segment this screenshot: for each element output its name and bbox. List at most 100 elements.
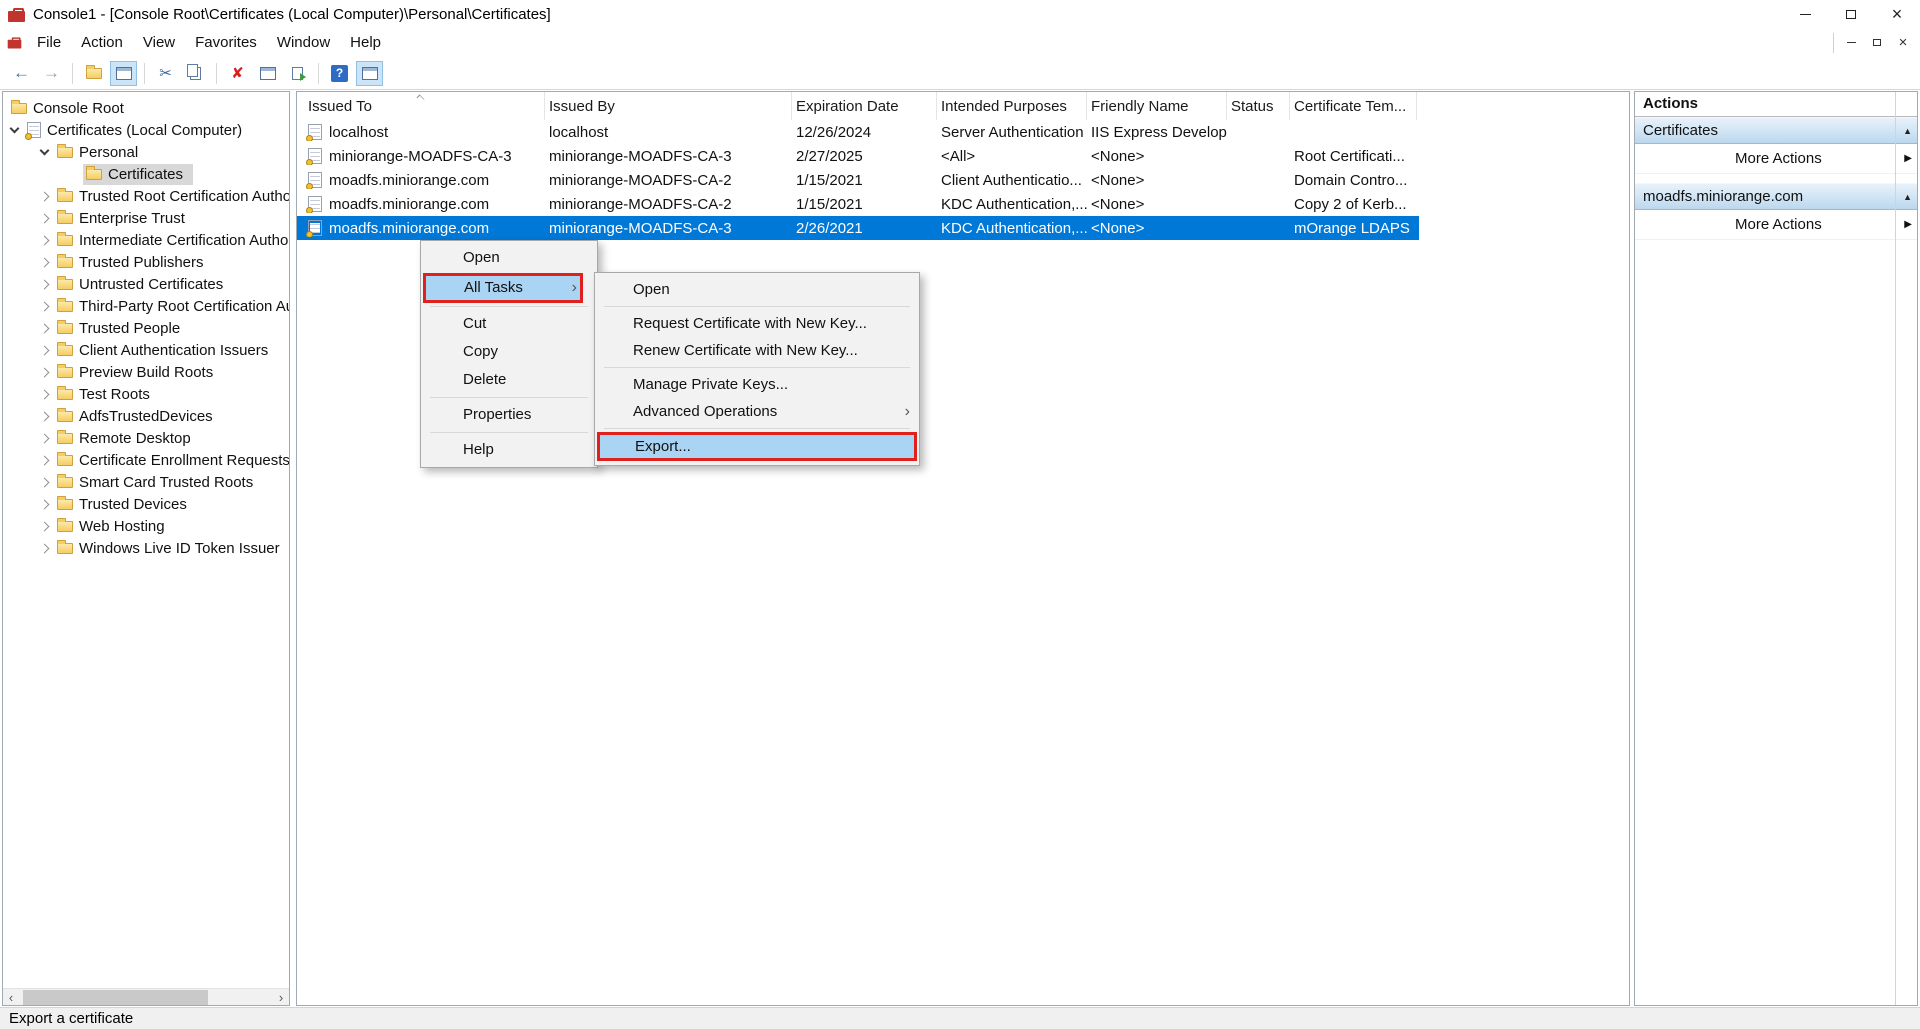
chevron-right-icon[interactable]: [40, 455, 50, 465]
column-header-status[interactable]: Status: [1227, 92, 1290, 120]
column-header-certificate-template[interactable]: Certificate Tem...: [1290, 92, 1417, 120]
tree-item-windows-live-id-token-issuer[interactable]: Windows Live ID Token Issuer: [3, 537, 289, 559]
menu-window[interactable]: Window: [267, 30, 340, 55]
scroll-left-button[interactable]: ‹: [3, 989, 19, 1005]
chevron-right-icon[interactable]: [40, 191, 50, 201]
help-button[interactable]: ?: [326, 61, 353, 86]
column-header-issued-to[interactable]: Issued To: [297, 92, 545, 120]
tree-item-trusted-devices[interactable]: Trusted Devices: [3, 493, 289, 515]
chevron-right-icon[interactable]: [40, 433, 50, 443]
navigate-back-button[interactable]: ←: [8, 61, 35, 86]
actions-panel: Actions Certificates▲ More Actions▶ moad…: [1634, 91, 1918, 1006]
context-menu-item-delete[interactable]: Delete: [421, 366, 597, 394]
more-actions-certificates[interactable]: More Actions▶: [1635, 144, 1917, 174]
column-header-issued-by[interactable]: Issued By: [545, 92, 792, 120]
menu-separator: [430, 306, 588, 307]
maximize-button[interactable]: [1828, 0, 1874, 28]
navigate-forward-button[interactable]: →: [38, 61, 65, 86]
chevron-right-icon[interactable]: [40, 477, 50, 487]
copy-button[interactable]: [182, 61, 209, 86]
tree-item-certificate-enrollment-requests[interactable]: Certificate Enrollment Requests: [3, 449, 289, 471]
mdi-minimize-button[interactable]: [1838, 33, 1864, 53]
chevron-down-icon[interactable]: [40, 146, 50, 156]
up-one-level-button[interactable]: [80, 61, 107, 86]
tree-item-certificates[interactable]: Certificates: [3, 163, 289, 185]
mdi-close-button[interactable]: ×: [1890, 33, 1916, 53]
tree-item-trusted-root-certification-authorities[interactable]: Trusted Root Certification Autho: [3, 185, 289, 207]
chevron-right-icon[interactable]: [40, 521, 50, 531]
table-row[interactable]: miniorange-MOADFS-CA-3 miniorange-MOADFS…: [297, 144, 1419, 168]
table-row[interactable]: moadfs.miniorange.com miniorange-MOADFS-…: [297, 192, 1419, 216]
tree-item-adfstrusteddevices[interactable]: AdfsTrustedDevices: [3, 405, 289, 427]
tree-item-enterprise-trust[interactable]: Enterprise Trust: [3, 207, 289, 229]
chevron-right-icon[interactable]: [40, 301, 50, 311]
tree-item-smart-card-trusted-roots[interactable]: Smart Card Trusted Roots: [3, 471, 289, 493]
submenu-item-request-certificate[interactable]: Request Certificate with New Key...: [595, 310, 919, 337]
menu-file[interactable]: File: [27, 30, 71, 55]
chevron-right-icon[interactable]: [40, 367, 50, 377]
chevron-right-icon[interactable]: [40, 257, 50, 267]
context-menu-item-copy[interactable]: Copy: [421, 338, 597, 366]
export-list-button[interactable]: [284, 61, 311, 86]
chevron-right-icon[interactable]: [40, 411, 50, 421]
chevron-right-icon[interactable]: [40, 235, 50, 245]
chevron-right-icon[interactable]: [40, 323, 50, 333]
context-menu-item-cut[interactable]: Cut: [421, 310, 597, 338]
chevron-right-icon[interactable]: [40, 543, 50, 553]
more-actions-moadfs[interactable]: More Actions▶: [1635, 210, 1917, 240]
chevron-right-icon[interactable]: [40, 389, 50, 399]
properties-button[interactable]: [254, 61, 281, 86]
tree-item-trusted-publishers[interactable]: Trusted Publishers: [3, 251, 289, 273]
tree-item-test-roots[interactable]: Test Roots: [3, 383, 289, 405]
actions-section-moadfs[interactable]: moadfs.miniorange.com▲: [1635, 183, 1917, 210]
submenu-item-advanced-operations[interactable]: Advanced Operations›: [595, 398, 919, 425]
show-console-tree-button[interactable]: [110, 61, 137, 86]
chevron-right-icon[interactable]: [40, 213, 50, 223]
mdi-restore-button[interactable]: [1864, 33, 1890, 53]
scroll-right-button[interactable]: ›: [273, 989, 289, 1005]
horizontal-scrollbar[interactable]: ‹ ›: [3, 988, 289, 1005]
context-menu-item-open[interactable]: Open: [421, 244, 597, 272]
tree-item-trusted-people[interactable]: Trusted People: [3, 317, 289, 339]
column-header-intended-purposes[interactable]: Intended Purposes: [937, 92, 1087, 120]
tree-item-personal[interactable]: Personal: [3, 141, 289, 163]
table-row-selected[interactable]: moadfs.miniorange.com miniorange-MOADFS-…: [297, 216, 1419, 240]
submenu-item-renew-certificate[interactable]: Renew Certificate with New Key...: [595, 337, 919, 364]
tree-item-remote-desktop[interactable]: Remote Desktop: [3, 427, 289, 449]
tree-item-client-authentication-issuers[interactable]: Client Authentication Issuers: [3, 339, 289, 361]
chevron-right-icon[interactable]: [40, 499, 50, 509]
submenu-item-export[interactable]: Export...: [600, 435, 914, 458]
menu-action[interactable]: Action: [71, 30, 133, 55]
chevron-right-icon[interactable]: [40, 345, 50, 355]
submenu-item-manage-private-keys[interactable]: Manage Private Keys...: [595, 371, 919, 398]
menu-view[interactable]: View: [133, 30, 185, 55]
tree-item-third-party-root-certification-authorities[interactable]: Third-Party Root Certification Au: [3, 295, 289, 317]
context-menu-item-properties[interactable]: Properties: [421, 401, 597, 429]
context-menu-item-all-tasks[interactable]: All Tasks›: [426, 276, 580, 300]
cut-button[interactable]: ✂: [152, 61, 179, 86]
tree-item-web-hosting[interactable]: Web Hosting: [3, 515, 289, 537]
menu-help[interactable]: Help: [340, 30, 391, 55]
tree-item-untrusted-certificates[interactable]: Untrusted Certificates: [3, 273, 289, 295]
close-button[interactable]: ×: [1874, 0, 1920, 28]
chevron-down-icon[interactable]: [10, 124, 20, 134]
column-header-friendly-name[interactable]: Friendly Name: [1087, 92, 1227, 120]
collapse-icon[interactable]: ▲: [1903, 184, 1912, 210]
tree-item-intermediate-certification-authorities[interactable]: Intermediate Certification Autho: [3, 229, 289, 251]
chevron-right-icon[interactable]: [40, 279, 50, 289]
collapse-icon[interactable]: ▲: [1903, 118, 1912, 144]
tree-item-certificates-local-computer[interactable]: Certificates (Local Computer): [3, 119, 289, 141]
table-row[interactable]: localhost localhost 12/26/2024 Server Au…: [297, 120, 1419, 144]
tree-item-console-root[interactable]: Console Root: [3, 97, 289, 119]
column-header-expiration-date[interactable]: Expiration Date: [792, 92, 937, 120]
scrollbar-thumb[interactable]: [23, 990, 208, 1005]
tree-item-preview-build-roots[interactable]: Preview Build Roots: [3, 361, 289, 383]
table-row[interactable]: moadfs.miniorange.com miniorange-MOADFS-…: [297, 168, 1419, 192]
menu-favorites[interactable]: Favorites: [185, 30, 267, 55]
minimize-button[interactable]: [1782, 0, 1828, 28]
delete-button[interactable]: ✘: [224, 61, 251, 86]
submenu-item-open[interactable]: Open: [595, 276, 919, 303]
actions-section-certificates[interactable]: Certificates▲: [1635, 117, 1917, 144]
context-menu-item-help[interactable]: Help: [421, 436, 597, 464]
show-action-pane-button[interactable]: [356, 61, 383, 86]
